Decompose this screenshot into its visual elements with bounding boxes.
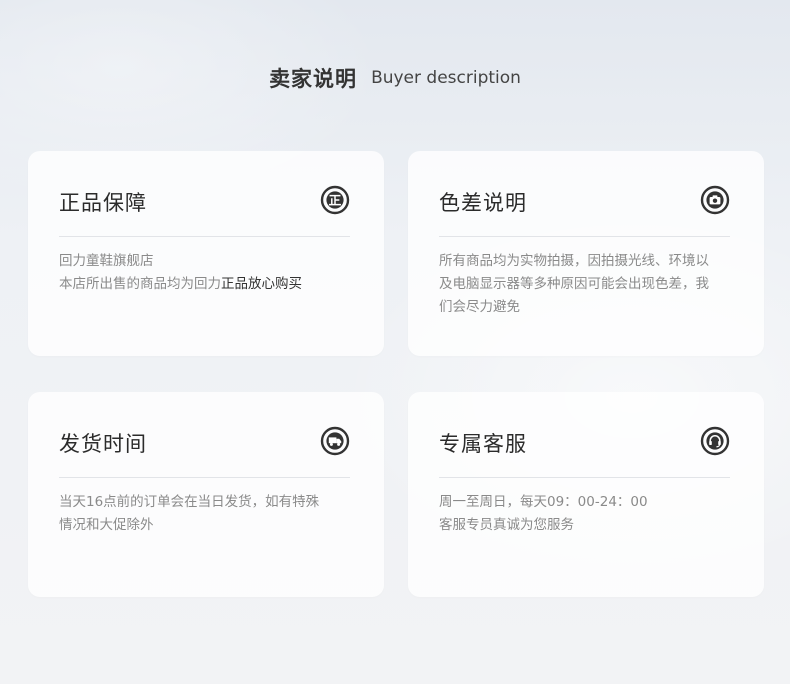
genuine-badge-icon xyxy=(320,185,350,215)
description-line: 们会尽力避免 xyxy=(439,299,520,315)
card-shipping-time: 发货时间 当天16点前的订单会在当日发货，如有特殊 情况和大促除外 xyxy=(28,392,384,597)
card-genuine-guarantee: 正品保障 回力童鞋旗舰店 本店所出售的商品均为回力正品放心购买 xyxy=(28,151,384,356)
camera-icon xyxy=(700,185,730,215)
delivery-truck-icon xyxy=(320,426,350,456)
description-text: 本店所出售的商品均为回力 xyxy=(59,276,221,292)
description-line: 所有商品均为实物拍摄，因拍摄光线、环境以 xyxy=(439,253,709,269)
description-line: 情况和大促除外 xyxy=(59,517,154,533)
description-line: 回力童鞋旗舰店 xyxy=(59,253,154,269)
card-title: 发货时间 xyxy=(59,432,147,456)
card-divider xyxy=(439,477,730,478)
card-divider xyxy=(439,236,730,237)
card-description: 周一至周日，每天09：00-24：00 客服专员真诚为您服务 xyxy=(439,491,730,537)
card-title: 正品保障 xyxy=(59,191,147,215)
description-line: 本店所出售的商品均为回力正品放心购买 xyxy=(59,273,350,296)
card-customer-service: 专属客服 周一至周日，每天09：00-24：00 客服专员真诚为您服务 xyxy=(408,392,764,597)
card-description: 所有商品均为实物拍摄，因拍摄光线、环境以 及电脑显示器等多种原因可能会出现色差，… xyxy=(439,250,730,319)
card-title: 专属客服 xyxy=(439,432,527,456)
description-line: 客服专员真诚为您服务 xyxy=(439,517,574,533)
description-line: 及电脑显示器等多种原因可能会出现色差，我 xyxy=(439,276,709,292)
card-description: 回力童鞋旗舰店 本店所出售的商品均为回力正品放心购买 xyxy=(59,250,350,296)
headset-icon xyxy=(700,426,730,456)
card-description: 当天16点前的订单会在当日发货，如有特殊 情况和大促除外 xyxy=(59,491,350,537)
card-divider xyxy=(59,477,350,478)
description-line: 周一至周日，每天09：00-24：00 xyxy=(439,494,648,510)
card-color-difference: 色差说明 所有商品均为实物拍摄，因拍摄光线、环境以 及电脑显示器等多种原因可能会… xyxy=(408,151,764,356)
header-title-en: Buyer description xyxy=(371,68,521,88)
section-header: 卖家说明 Buyer description xyxy=(0,62,790,94)
description-line: 当天16点前的订单会在当日发货，如有特殊 xyxy=(59,494,320,510)
header-title-cn: 卖家说明 xyxy=(269,67,358,91)
card-divider xyxy=(59,236,350,237)
card-title: 色差说明 xyxy=(439,191,527,215)
description-highlight: 正品放心购买 xyxy=(221,276,302,292)
